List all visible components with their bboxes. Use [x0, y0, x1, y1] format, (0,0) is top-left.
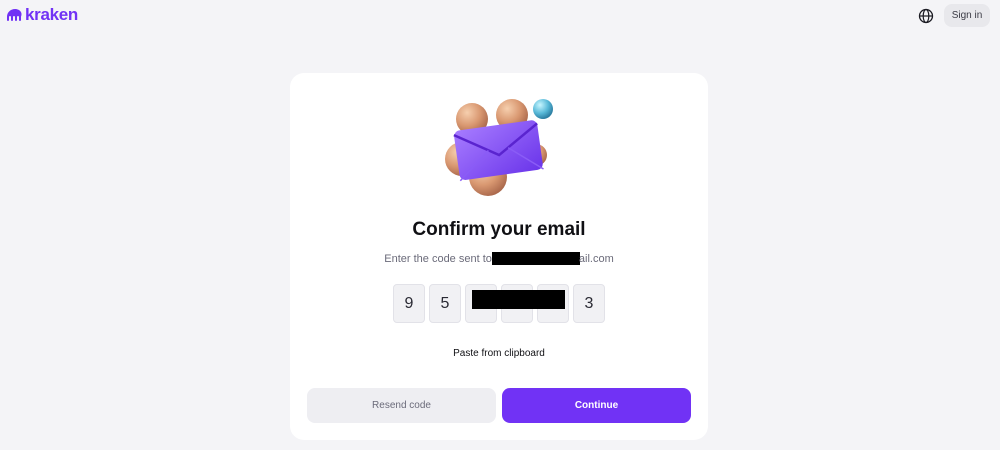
- globe-icon[interactable]: [918, 8, 934, 24]
- kraken-logo-icon: [7, 9, 22, 21]
- subtitle-prefix: Enter the code sent to: [384, 252, 492, 265]
- code-digit-1[interactable]: 9: [393, 284, 425, 323]
- code-digit-2[interactable]: 5: [429, 284, 461, 323]
- confirm-email-card: Confirm your email Enter the code sent t…: [290, 73, 708, 440]
- paste-from-clipboard-link[interactable]: Paste from clipboard: [290, 348, 708, 359]
- code-sent-subtitle: Enter the code sent to ail.com: [290, 252, 708, 265]
- page-title: Confirm your email: [412, 219, 586, 240]
- resend-code-button[interactable]: Resend code: [307, 388, 496, 423]
- top-bar: kraken Sign in: [0, 0, 1000, 30]
- code-digit-6[interactable]: 3: [573, 284, 605, 323]
- logo-text: kraken: [25, 5, 79, 24]
- kraken-logo[interactable]: kraken: [7, 5, 79, 24]
- redacted-email: [491, 252, 580, 265]
- sign-in-button[interactable]: Sign in: [944, 4, 990, 27]
- continue-button[interactable]: Continue: [502, 388, 691, 423]
- subtitle-suffix: ail.com: [578, 252, 614, 265]
- envelope-illustration: [445, 99, 553, 196]
- redacted-code: [472, 290, 565, 309]
